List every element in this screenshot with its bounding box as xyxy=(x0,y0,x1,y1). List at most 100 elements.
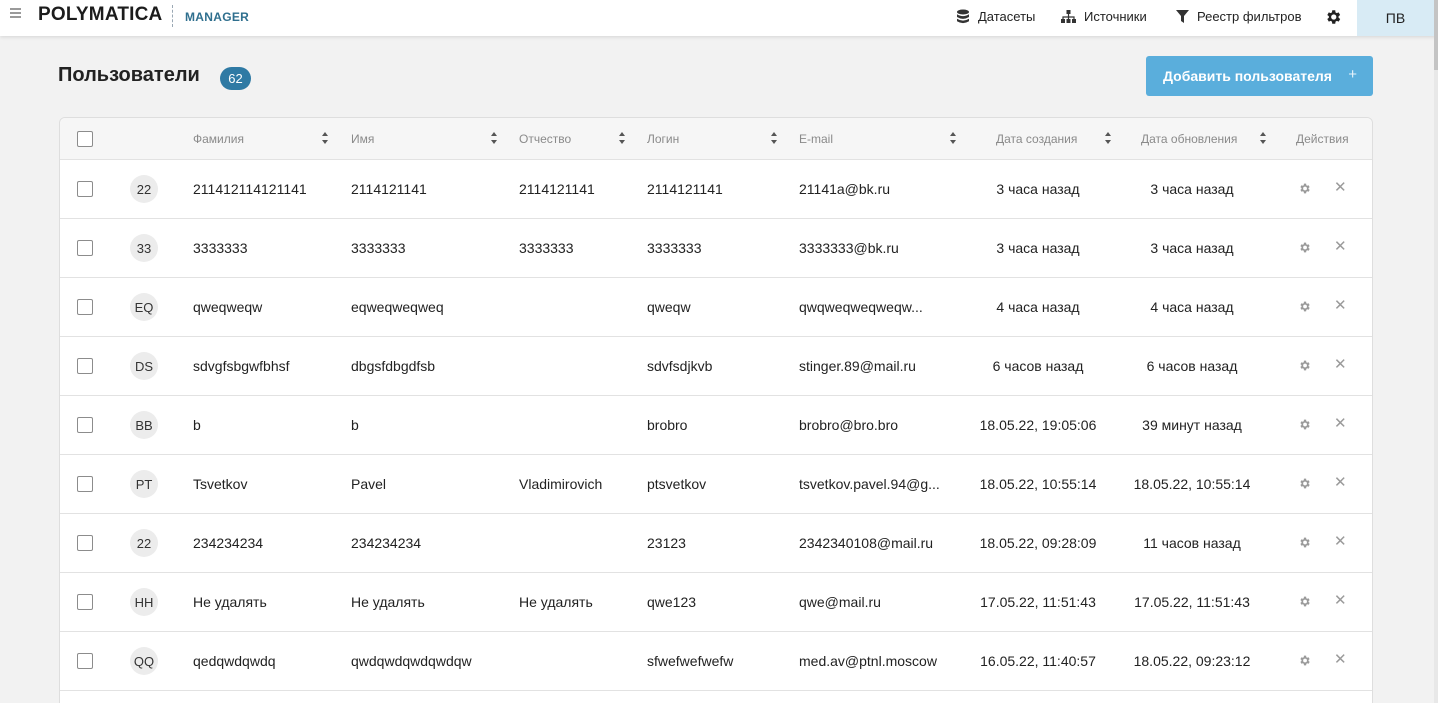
table-row[interactable]: DS sdvgfsbgwfbhsf dbgsfdbgdfsb sdvfsdjkvb st… xyxy=(60,337,1372,396)
hamburger-menu-icon[interactable] xyxy=(10,8,21,20)
cell-login: 2114121141 xyxy=(647,181,723,197)
row-delete-close-icon[interactable]: ✕ xyxy=(1334,473,1347,491)
row-checkbox[interactable] xyxy=(77,535,93,551)
cell-login: ptsvetkov xyxy=(647,476,707,492)
nav-filter-registry-label: Реестр фильтров xyxy=(1197,9,1302,24)
sort-firstname-icon[interactable] xyxy=(491,132,497,144)
sort-email-icon[interactable] xyxy=(950,132,956,144)
app-logo[interactable]: POLYMATICA xyxy=(38,4,162,26)
header-updated[interactable]: Дата обновления xyxy=(1141,132,1237,146)
row-delete-close-icon[interactable]: ✕ xyxy=(1334,532,1347,550)
cell-middlename: 2114121141 xyxy=(519,181,595,197)
row-settings-gear-icon[interactable] xyxy=(1298,654,1311,672)
sort-updated-icon[interactable] xyxy=(1260,132,1266,144)
page-scrollbar[interactable] xyxy=(1434,0,1438,703)
cell-middlename: 3333333 xyxy=(519,240,574,256)
row-checkbox[interactable] xyxy=(77,299,93,315)
nav-filter-registry[interactable]: Реестр фильтров xyxy=(1176,9,1301,24)
row-delete-close-icon[interactable]: ✕ xyxy=(1334,414,1347,432)
user-initials-avatar: 22 xyxy=(130,529,158,557)
users-count-badge: 62 xyxy=(220,67,251,90)
row-checkbox[interactable] xyxy=(77,181,93,197)
row-settings-gear-icon[interactable] xyxy=(1298,477,1311,495)
user-initials-avatar: HH xyxy=(130,588,158,616)
settings-gear-icon[interactable] xyxy=(1324,8,1342,31)
cell-login: sdvfsdjkvb xyxy=(647,358,713,374)
row-delete-close-icon[interactable]: ✕ xyxy=(1334,178,1347,196)
nav-datasets[interactable]: Датасеты xyxy=(956,9,1035,24)
row-delete-close-icon[interactable]: ✕ xyxy=(1334,355,1347,373)
user-initials-avatar: PT xyxy=(130,470,158,498)
row-checkbox[interactable] xyxy=(77,240,93,256)
cell-login: qwe123 xyxy=(647,594,697,610)
cell-lastname: 211412114121141 xyxy=(193,181,307,197)
table-row[interactable]: PT Tsvetkov Pavel Vladimirovich ptsvetkov tsv… xyxy=(60,455,1372,514)
cell-lastname: b xyxy=(193,417,201,433)
row-checkbox[interactable] xyxy=(77,417,93,433)
cell-email: tsvetkov.pavel.94@g... xyxy=(799,476,940,492)
user-initials-avatar: 33 xyxy=(130,234,158,262)
page-title: Пользователи xyxy=(58,64,200,86)
table-row[interactable]: QQ qedqwdqwdq qwdqwdqwdqwdqw sfwefwefwefw me… xyxy=(60,632,1372,691)
row-settings-gear-icon[interactable] xyxy=(1298,595,1311,613)
table-row[interactable]: 22 234234234 234234234 23123 2342340108@mail… xyxy=(60,514,1372,573)
user-avatar[interactable]: ПВ xyxy=(1357,0,1434,36)
cell-email: brobro@bro.bro xyxy=(799,417,899,433)
logo-divider xyxy=(172,5,173,27)
row-delete-close-icon[interactable]: ✕ xyxy=(1334,650,1347,668)
add-user-button[interactable]: Добавить пользователя + xyxy=(1146,56,1373,96)
header-created[interactable]: Дата создания xyxy=(996,132,1077,146)
sort-lastname-icon[interactable] xyxy=(322,132,328,144)
header-firstname[interactable]: Имя xyxy=(351,132,374,146)
cell-firstname: 2114121141 xyxy=(351,181,427,197)
cell-firstname: qwdqwdqwdqwdqw xyxy=(351,653,472,669)
cell-email: qwe@mail.ru xyxy=(799,594,881,610)
row-delete-close-icon[interactable]: ✕ xyxy=(1334,237,1347,255)
cell-created: 3 часа назад xyxy=(996,240,1080,256)
app-logo-subtitle: MANAGER xyxy=(185,10,250,24)
sort-login-icon[interactable] xyxy=(771,132,777,144)
cell-created: 18.05.22, 19:05:06 xyxy=(979,417,1097,433)
table-row[interactable]: BB b b brobro brobro@bro.bro 18.05.22, 19:05:… xyxy=(60,396,1372,455)
row-settings-gear-icon[interactable] xyxy=(1298,536,1311,554)
filter-icon xyxy=(1176,9,1189,23)
table-row[interactable]: 22 211412114121141 2114121141 2114121141 211… xyxy=(60,160,1372,219)
cell-updated: 39 минут назад xyxy=(1142,417,1242,433)
header-email[interactable]: E-mail xyxy=(799,132,833,146)
header-middlename[interactable]: Отчество xyxy=(519,132,571,146)
row-settings-gear-icon[interactable] xyxy=(1298,241,1311,259)
cell-firstname: Pavel xyxy=(351,476,387,492)
row-checkbox[interactable] xyxy=(77,476,93,492)
cell-lastname: 234234234 xyxy=(193,535,264,551)
row-checkbox[interactable] xyxy=(77,358,93,374)
row-settings-gear-icon[interactable] xyxy=(1298,300,1311,318)
table-row[interactable]: 33 3333333 3333333 3333333 3333333 3333333@bk… xyxy=(60,219,1372,278)
cell-middlename: Vladimirovich xyxy=(519,476,603,492)
cell-updated: 4 часа назад xyxy=(1150,299,1234,315)
cell-lastname: 3333333 xyxy=(193,240,248,256)
cell-login: brobro xyxy=(647,417,688,433)
row-checkbox[interactable] xyxy=(77,594,93,610)
sort-created-icon[interactable] xyxy=(1105,132,1111,144)
row-settings-gear-icon[interactable] xyxy=(1298,418,1311,436)
table-row[interactable]: EQ qweqweqw eqweqweqweq qweqw qwqweqweqweqw.… xyxy=(60,278,1372,337)
cell-firstname: b xyxy=(351,417,359,433)
row-settings-gear-icon[interactable] xyxy=(1298,359,1311,377)
scrollbar-thumb[interactable] xyxy=(1434,0,1438,70)
row-delete-close-icon[interactable]: ✕ xyxy=(1334,591,1347,609)
cell-email: 2342340108@mail.ru xyxy=(799,535,934,551)
header-lastname[interactable]: Фамилия xyxy=(193,132,244,146)
row-checkbox[interactable] xyxy=(77,653,93,669)
cell-login: qweqw xyxy=(647,299,691,315)
row-settings-gear-icon[interactable] xyxy=(1298,182,1311,200)
row-delete-close-icon[interactable]: ✕ xyxy=(1334,296,1347,314)
header-login[interactable]: Логин xyxy=(647,132,679,146)
users-table: Фамилия Имя Отчество Логин E-mail Дата с… xyxy=(59,117,1373,703)
table-row[interactable]: HH Не удалять Не удалять Не удалять qwe123 qw… xyxy=(60,573,1372,632)
cell-login: sfwefwefwefw xyxy=(647,653,734,669)
sort-middlename-icon[interactable] xyxy=(619,132,625,144)
nav-sources[interactable]: Источники xyxy=(1061,9,1147,24)
cell-email: 3333333@bk.ru xyxy=(799,240,899,256)
select-all-checkbox[interactable] xyxy=(77,131,93,147)
sitemap-icon xyxy=(1061,9,1076,23)
